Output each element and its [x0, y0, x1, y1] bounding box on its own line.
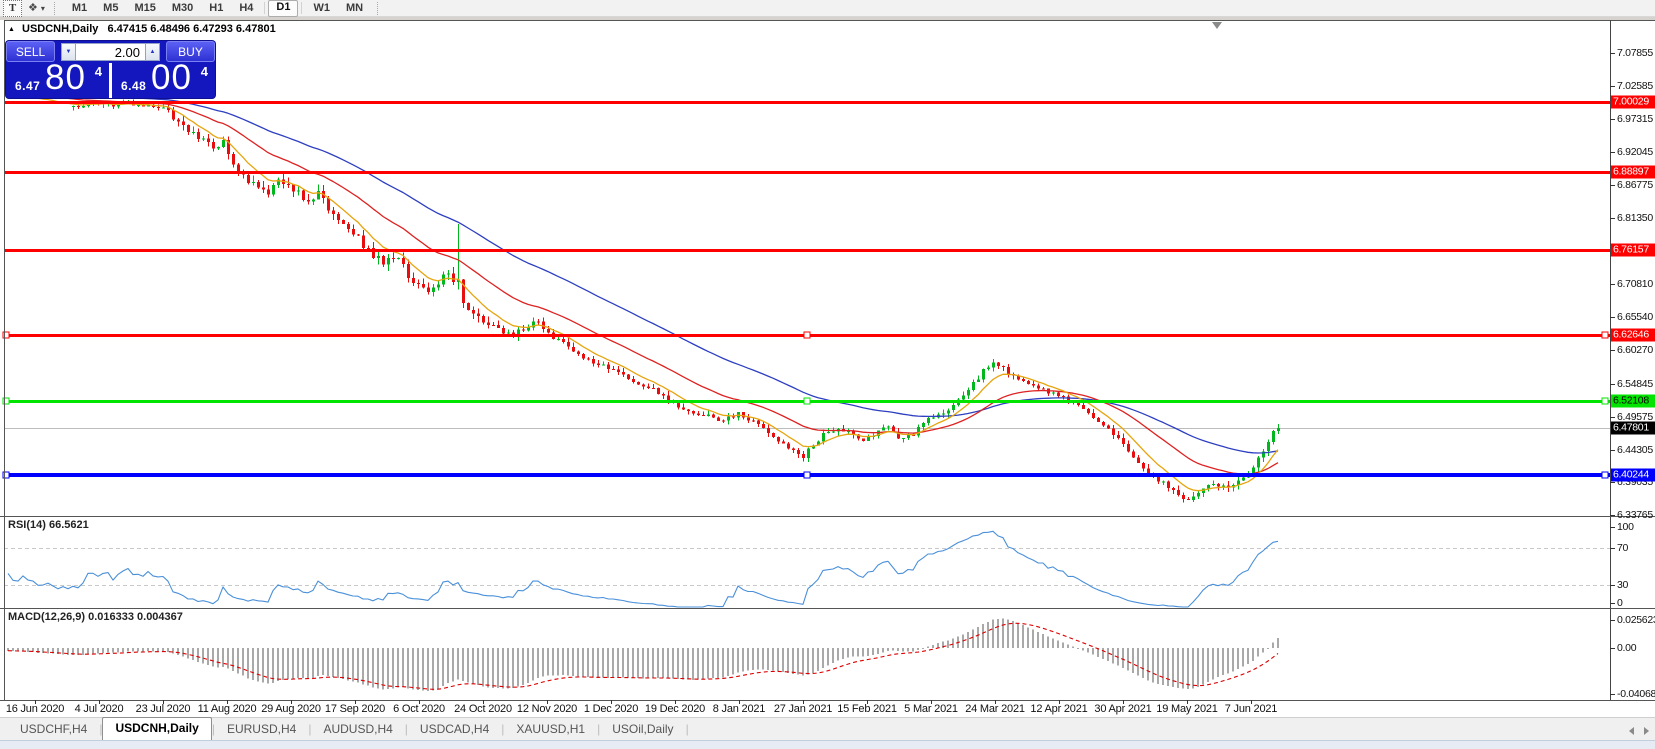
price-tick-label: 7.07855	[1617, 47, 1653, 59]
current-price-label: 6.47801	[1611, 421, 1655, 435]
timeframe-button-H4[interactable]: H4	[231, 1, 261, 16]
rsi-label: RSI(14) 66.5621	[8, 519, 89, 531]
timeframe-button-M15[interactable]: M15	[126, 1, 163, 16]
main-toolbar: T ❖ ▾ M1 M5 M15 M30 H1 H4 D1 W1 MN	[0, 0, 1655, 17]
timeframe-button-H1[interactable]: H1	[201, 1, 231, 16]
price-tick-label: 6.65540	[1617, 311, 1653, 323]
timeframe-button-M5[interactable]: M5	[95, 1, 126, 16]
level-price-label: 6.62646	[1611, 328, 1655, 342]
chart-plot-area[interactable]	[0, 0, 1655, 749]
price-tick-label: 6.44305	[1617, 444, 1653, 456]
sell-price-pips: 80	[45, 58, 86, 97]
chart-tab-XAUUSD[interactable]: XAUUSD,H1	[504, 719, 597, 740]
date-tick-label: 19 May 2021	[1156, 703, 1218, 715]
timeframe-button-D1[interactable]: D1	[268, 0, 299, 17]
date-tick-label: 7 Jun 2021	[1224, 703, 1278, 715]
level-price-label: 7.00029	[1611, 95, 1655, 109]
chart-tab-USOil[interactable]: USOil,Daily	[600, 719, 685, 740]
chart-tab-USDCNH[interactable]: USDCNH,Daily	[102, 717, 212, 740]
date-tick-label: 30 Apr 2021	[1094, 703, 1152, 715]
price-axis[interactable]: 7.07855 7.02585 6.97315 6.92045 6.86775 6.813…	[1611, 0, 1655, 749]
price-tick-label: 6.60270	[1617, 344, 1653, 356]
date-tick-label: 24 Oct 2020	[454, 703, 512, 715]
macd-tick-label: 0.025623	[1617, 614, 1655, 626]
timeframe-button-M1[interactable]: M1	[64, 1, 95, 16]
timeframe-button-MN[interactable]: MN	[338, 1, 371, 16]
date-tick-label: 15 Feb 2021	[837, 703, 897, 715]
chart-title: ▲ USDCNH,Daily 6.47415 6.48496 6.47293 6…	[8, 23, 276, 35]
toolbar-grip	[377, 1, 382, 15]
price-tick-label: 6.92045	[1617, 146, 1653, 158]
buy-price-pips: 00	[151, 58, 192, 97]
date-tick-label: 11 Aug 2020	[197, 703, 257, 715]
price-tick-label: 6.33765	[1617, 509, 1653, 521]
subwindow-arrow-icon: ▲	[8, 26, 15, 33]
price-tick-label: 6.70810	[1617, 278, 1653, 290]
sell-price[interactable]: 6.47 80 4	[6, 58, 109, 98]
trading-terminal-window: T ❖ ▾ M1 M5 M15 M30 H1 H4 D1 W1 MN ▲ USDCNH,Dail…	[0, 0, 1655, 749]
triangle-up-icon: ▲	[149, 49, 156, 55]
timeframe-separator	[301, 2, 303, 14]
timeframe-button-W1[interactable]: W1	[305, 1, 338, 16]
level-price-label: 6.76157	[1611, 243, 1655, 257]
date-tick-label: 23 Jul 2020	[135, 703, 191, 715]
sell-price-point: 4	[94, 64, 102, 79]
date-tick-label: 1 Dec 2020	[583, 703, 639, 715]
sell-price-base: 6.47	[15, 79, 41, 93]
date-axis[interactable]: 16 Jun 2020 4 Jul 2020 23 Jul 2020 11 Aug 2…	[0, 703, 1610, 717]
date-tick-label: 16 Jun 2020	[5, 703, 65, 715]
chart-tab-USDCHF[interactable]: USDCHF,H4	[8, 719, 99, 740]
date-tick-label: 27 Jan 2021	[773, 703, 833, 715]
date-tick-label: 6 Oct 2020	[393, 703, 445, 715]
tab-separator: |	[685, 722, 689, 736]
macd-tick-label: 0.00	[1617, 642, 1637, 654]
chart-tab-EURUSD[interactable]: EURUSD,H4	[215, 719, 308, 740]
level-price-label: 6.40244	[1611, 468, 1655, 482]
rsi-tick-label: 100	[1617, 521, 1634, 533]
buy-price-base: 6.48	[121, 79, 147, 93]
date-tick-label: 29 Aug 2020	[261, 703, 321, 715]
rsi-tick-label: 30	[1617, 579, 1629, 591]
price-tick-label: 7.02585	[1617, 80, 1653, 92]
level-price-label: 6.88897	[1611, 165, 1655, 179]
date-tick-label: 24 Mar 2021	[965, 703, 1025, 715]
price-tick-label: 6.81350	[1617, 212, 1653, 224]
chart-tab-USDCAD[interactable]: USDCAD,H4	[408, 719, 501, 740]
buy-price-point: 4	[200, 64, 208, 79]
macd-tick-label: -0.040687	[1617, 688, 1655, 700]
date-tick-label: 5 Mar 2021	[904, 703, 958, 715]
toolbar-divider	[0, 17, 1655, 20]
chart-tab-AUDUSD[interactable]: AUDUSD,H4	[311, 719, 404, 740]
rsi-tick-label: 70	[1617, 542, 1629, 554]
tab-scroll-left-icon[interactable]	[1629, 727, 1634, 735]
cursor-tool-button[interactable]: ❖ ▾	[25, 1, 48, 16]
date-tick-label: 12 Nov 2020	[516, 703, 578, 715]
level-price-label: 6.52108	[1611, 394, 1655, 408]
triangle-down-icon: ▼	[65, 49, 72, 55]
date-tick-label: 4 Jul 2020	[74, 703, 124, 715]
chart-symbol-period: USDCNH,Daily	[22, 23, 99, 35]
macd-label: MACD(12,26,9) 0.016333 0.004367	[8, 611, 183, 623]
volume-input[interactable]: 2.00	[76, 43, 145, 61]
price-tick-label: 6.97315	[1617, 113, 1653, 125]
tab-scroll-right-icon[interactable]	[1644, 727, 1649, 735]
price-tick-label: 6.86775	[1617, 179, 1653, 191]
chart-tab-bar: USDCHF,H4 | USDCNH,Daily | EURUSD,H4 | AUDUSD,…	[0, 717, 1655, 740]
date-tick-label: 17 Sep 2020	[324, 703, 386, 715]
one-click-trading-panel: SELL ▼ 2.00 ▲ BUY 6.47 80 4 6.48 00 4	[6, 41, 215, 98]
toolbar-grip	[53, 1, 59, 15]
price-tick-label: 6.54845	[1617, 378, 1653, 390]
diamonds-icon: ❖	[28, 1, 38, 14]
date-tick-label: 12 Apr 2021	[1030, 703, 1088, 715]
buy-price[interactable]: 6.48 00 4	[112, 58, 215, 98]
text-tool-button[interactable]: T	[3, 0, 22, 17]
dropdown-caret-icon: ▾	[40, 3, 45, 13]
status-strip	[0, 740, 1655, 749]
date-tick-label: 19 Dec 2020	[644, 703, 706, 715]
timeframe-button-M30[interactable]: M30	[164, 1, 201, 16]
chart-ohlc-values: 6.47415 6.48496 6.47293 6.47801	[107, 23, 276, 35]
date-tick-label: 8 Jan 2021	[712, 703, 766, 715]
rsi-tick-label: 0	[1617, 597, 1623, 609]
timeframe-separator	[264, 2, 266, 14]
